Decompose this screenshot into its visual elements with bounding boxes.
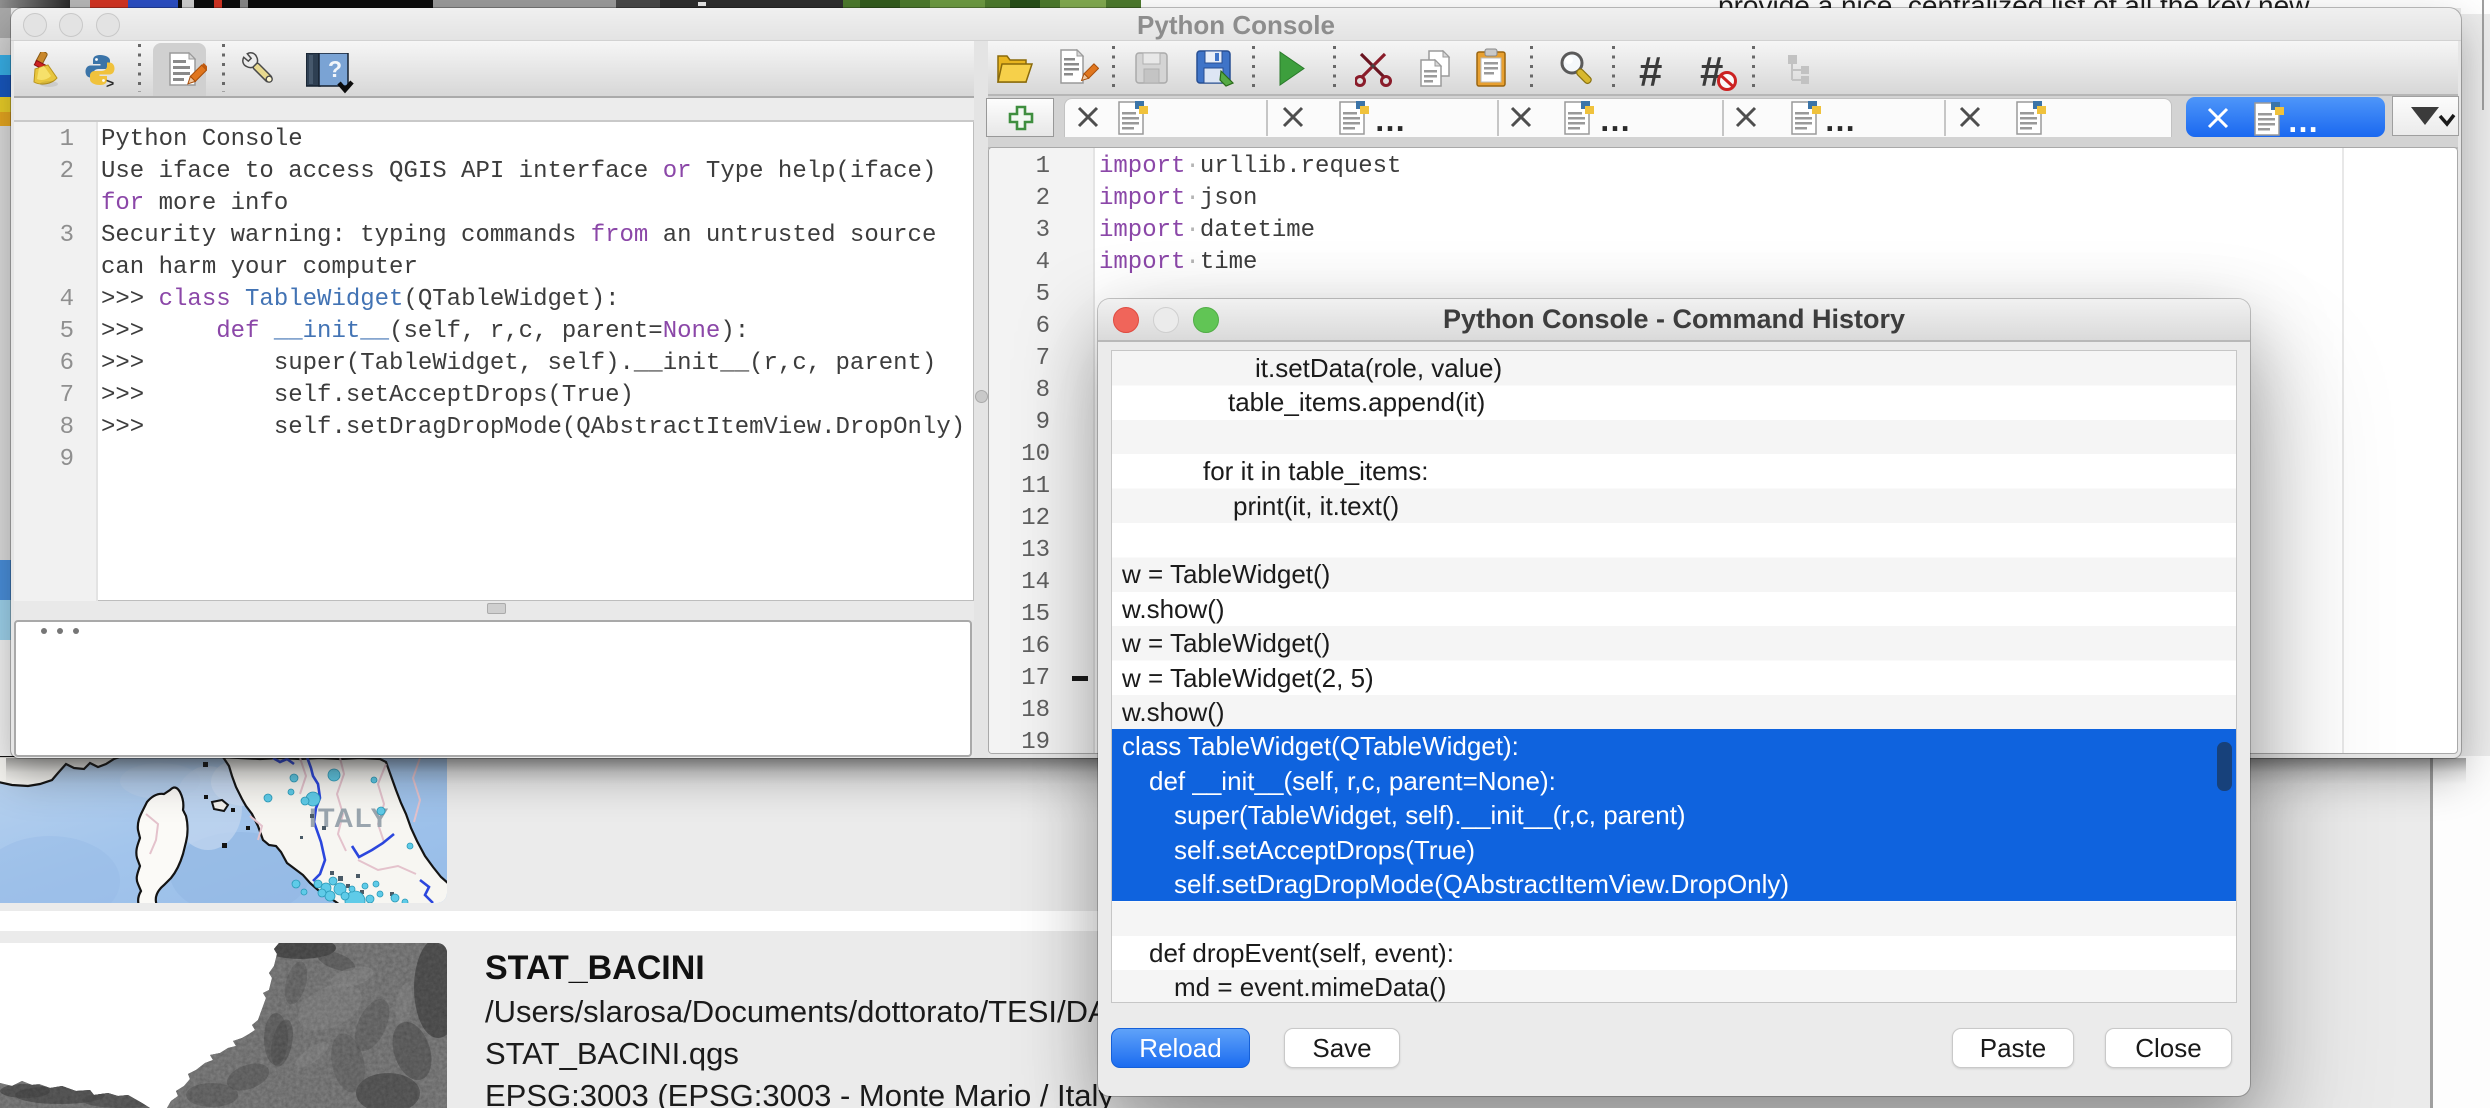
svg-text:>: >	[106, 75, 114, 89]
svg-text:?: ?	[328, 56, 342, 82]
svg-text:ITALY: ITALY	[309, 803, 390, 833]
